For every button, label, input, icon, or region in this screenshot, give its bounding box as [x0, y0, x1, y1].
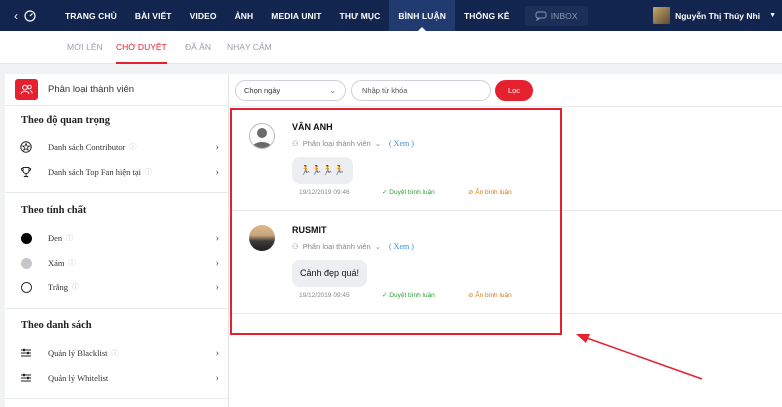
comment-subtabs: MỚI LÊN CHỜ DUYỆT ĐÃ ẨN NHẠY CẢM: [0, 31, 782, 64]
users-icon: [15, 79, 38, 100]
sidebar-item-blacklist[interactable]: Quản lý Blacklist ⓘ ›: [19, 345, 219, 361]
black-dot-icon: [19, 232, 33, 244]
nav-thong-ke[interactable]: THỐNG KÊ: [455, 0, 519, 31]
chevron-right-icon: ›: [215, 257, 219, 269]
sidebar-item-whitelist[interactable]: Quản lý Whitelist ›: [19, 370, 219, 386]
info-icon: ⓘ: [66, 234, 74, 242]
sidebar-item-label: Danh sách Top Fan hiện tại: [48, 167, 141, 177]
speedometer-icon: [24, 9, 36, 22]
back-button[interactable]: ‹: [0, 0, 56, 31]
nav-anh[interactable]: ẢNH: [226, 0, 263, 31]
info-icon: ⓘ: [72, 283, 79, 291]
info-icon: ⓘ: [129, 143, 137, 151]
tab-cho-duyet[interactable]: CHỜ DUYỆT: [116, 31, 167, 64]
sidebar-item-trang[interactable]: Trắng ⓘ ›: [19, 279, 219, 295]
white-dot-icon: [19, 281, 33, 293]
tab-nhay-cam[interactable]: NHẠY CẢM: [227, 31, 272, 64]
chevron-right-icon: ›: [215, 347, 219, 359]
gray-dot-icon: [19, 257, 33, 269]
keyword-input[interactable]: Nhập từ khóa: [351, 80, 491, 101]
sidebar-item-top-fan[interactable]: Danh sách Top Fan hiện tại ⓘ ›: [19, 164, 219, 180]
user-name: Nguyễn Thị Thúy Nhi: [675, 10, 761, 21]
sidebar-item-label: Danh sách Contributor: [48, 142, 126, 152]
tab-moi-len[interactable]: MỚI LÊN: [67, 31, 103, 64]
date-select-value: Chọn ngày: [244, 86, 281, 95]
star-badge-icon: [19, 141, 33, 153]
user-menu[interactable]: Nguyễn Thị Thúy Nhi ▼: [653, 0, 776, 31]
section-title-list: Theo danh sách: [21, 320, 92, 331]
highlight-box: [230, 108, 562, 335]
info-icon: ⓘ: [68, 259, 76, 267]
avatar: [653, 7, 671, 24]
chevron-right-icon: ›: [215, 232, 219, 244]
info-icon: ⓘ: [144, 168, 152, 176]
caret-down-icon: ▼: [769, 12, 776, 19]
nav-thu-muc[interactable]: THƯ MỤC: [331, 0, 390, 31]
nav-binh-luan[interactable]: BÌNH LUẬN: [389, 0, 456, 31]
sidebar-item-xam[interactable]: Xám ⓘ ›: [19, 255, 219, 271]
tab-da-an[interactable]: ĐÃ ẨN: [185, 31, 211, 64]
info-icon: ⓘ: [111, 349, 119, 357]
nav-bai-viet[interactable]: BÀI VIẾT: [126, 0, 181, 31]
trophy-icon: [19, 166, 33, 178]
sidebar-item-contributor[interactable]: Danh sách Contributor ⓘ ›: [19, 139, 219, 155]
divider: [5, 398, 228, 399]
sidebar-item-label: Trắng: [48, 282, 68, 292]
top-navbar: ‹ TRANG CHỦ BÀI VIẾT VIDEO ẢNH MEDIA UNI…: [0, 0, 782, 31]
nav-media-unit[interactable]: MEDIA UNIT: [262, 0, 330, 31]
inbox-label: INBOX: [550, 10, 578, 21]
filter-bar: Chọn ngày ⌄ Nhập từ khóa Lọc: [229, 74, 782, 107]
sidebar-item-label: Đen: [48, 233, 63, 243]
chevron-right-icon: ›: [215, 141, 219, 153]
filter-button[interactable]: Lọc: [495, 80, 533, 101]
divider: [5, 308, 228, 309]
list-filter-icon: [19, 373, 33, 383]
date-select[interactable]: Chọn ngày ⌄: [235, 80, 346, 101]
sidebar-item-den[interactable]: Đen ⓘ ›: [19, 230, 219, 246]
sidebar-item-label: Xám: [48, 258, 65, 268]
nav-inbox[interactable]: INBOX: [524, 5, 588, 26]
sidebar-header: Phân loại thành viên: [5, 74, 228, 106]
chevron-left-icon: ‹: [14, 8, 18, 23]
chevron-right-icon: ›: [215, 166, 219, 178]
chevron-right-icon: ›: [215, 372, 219, 384]
sidebar-item-label: Quản lý Whitelist: [48, 373, 109, 383]
chevron-down-icon: ⌄: [329, 86, 336, 95]
chevron-right-icon: ›: [215, 281, 219, 293]
section-title-importance: Theo độ quan trọng: [21, 115, 110, 126]
nav-video[interactable]: VIDEO: [181, 0, 226, 31]
list-filter-icon: [19, 348, 33, 358]
nav-trang-chu[interactable]: TRANG CHỦ: [56, 0, 126, 31]
sidebar-item-label: Quản lý Blacklist: [48, 348, 108, 358]
sidebar-header-label: Phân loại thành viên: [48, 84, 135, 95]
section-title-nature: Theo tính chất: [21, 205, 87, 216]
chat-icon: [535, 11, 547, 21]
divider: [5, 192, 228, 193]
member-sidebar: Phân loại thành viên Theo độ quan trọng …: [5, 74, 228, 407]
